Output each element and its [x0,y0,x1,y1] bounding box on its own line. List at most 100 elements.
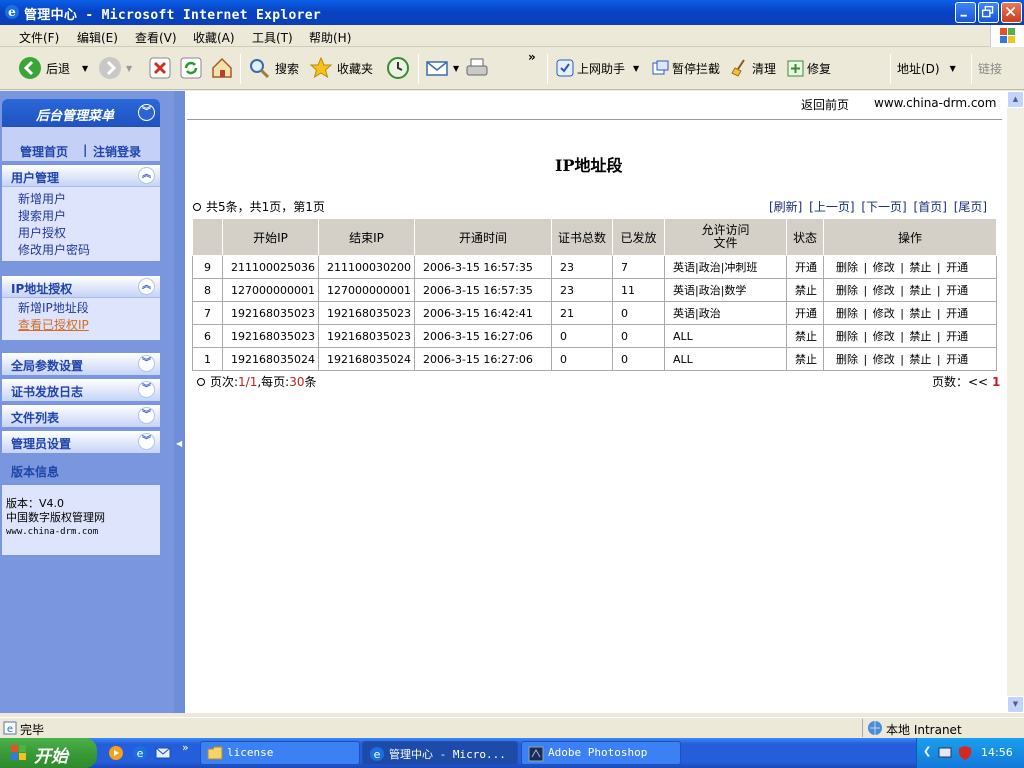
network-icon[interactable] [937,745,953,761]
maximize-button[interactable] [978,2,999,23]
sidebar-item-admin-settings[interactable]: 管理员设置 ︾ [2,431,160,453]
col-start-ip: 开始IP [222,218,319,256]
menu-favorites[interactable]: 收藏(A) [193,29,235,46]
disable-link[interactable]: 禁止 [909,353,931,366]
back-dropdown-icon[interactable]: ▼ [82,64,88,73]
sidebar-item-add-user[interactable]: 新增用户 [2,191,160,208]
address-bar-toggle[interactable]: 地址(D) ▼ [897,48,956,88]
enable-link[interactable]: 开通 [946,284,968,297]
sidebar-item-view-ip[interactable]: 查看已授权IP [2,317,160,334]
mail-button[interactable]: ▼ [425,48,459,88]
task-admin-center[interactable]: e 管理中心 - Micro... [362,741,518,765]
pages-value[interactable]: 1 [992,375,1000,389]
outlook-icon[interactable] [155,745,171,761]
history-button[interactable] [386,48,414,88]
start-button[interactable]: 开始 [0,738,97,768]
home-link[interactable]: 管理首页 [20,143,68,160]
home-button[interactable] [210,48,238,88]
scroll-down-icon[interactable]: ▼ [1007,696,1024,713]
site-link[interactable]: www.china-drm.com [874,96,996,110]
mail-dropdown-icon[interactable]: ▼ [453,64,459,73]
enable-link[interactable]: 开通 [946,307,968,320]
vertical-scrollbar[interactable]: ▲ ▼ [1007,91,1024,713]
sidebar-item-change-password[interactable]: 修改用户密码 [2,242,160,259]
collapse-chevron-icon[interactable]: ︽ [138,167,155,184]
enable-link[interactable]: 开通 [946,330,968,343]
delete-link[interactable]: 删除 [836,284,858,297]
splitter-arrow-icon[interactable]: ◀ [176,439,182,448]
zone-text: 本地 Intranet [886,723,962,737]
sidebar-item-search-user[interactable]: 搜索用户 [2,208,160,225]
sidebar-item-add-ip[interactable]: 新增IP地址段 [2,300,160,317]
helper-button[interactable]: 上网助手 ▼ [556,48,639,88]
delete-link[interactable]: 删除 [836,353,858,366]
clean-button[interactable]: 清理 [731,48,776,88]
block-button[interactable]: 暂停拦截 [652,48,720,88]
forward-button[interactable]: ▼ [98,48,132,88]
close-button[interactable] [1001,2,1022,23]
action-separator: | [860,307,871,320]
user-management-header[interactable]: 用户管理 ︽ [2,165,160,187]
tray-expand-icon[interactable]: ❮ [923,746,931,757]
scroll-up-icon[interactable]: ▲ [1007,91,1024,108]
links-button[interactable]: 链接 [978,48,1002,88]
print-button[interactable] [465,48,493,88]
edit-link[interactable]: 修改 [873,284,895,297]
edit-link[interactable]: 修改 [873,330,895,343]
minimize-button[interactable] [955,2,976,23]
back-button[interactable]: 后退 ▼ [18,48,88,88]
task-license[interactable]: license [200,741,360,765]
title-bar: e 管理中心 - Microsoft Internet Explorer [0,0,1024,25]
row-end-ip: 192168035024 [318,347,415,371]
enable-link[interactable]: 开通 [946,353,968,366]
expand-chevron-icon[interactable]: ︾ [138,407,155,424]
back-page-link[interactable]: 返回前页 [801,96,849,113]
toolbar-overflow-icon[interactable]: » [528,50,536,64]
media-player-icon[interactable] [108,745,124,761]
pager-links[interactable]: [刷新] [上一页] [下一页] [首页] [尾页] [769,198,987,215]
security-shield-icon[interactable] [957,745,973,761]
sidebar-item-file-list[interactable]: 文件列表 ︾ [2,405,160,427]
quicklaunch-overflow-icon[interactable]: » [182,741,189,754]
menu-view[interactable]: 查看(V) [135,29,177,46]
edit-link[interactable]: 修改 [873,261,895,274]
pages-label[interactable]: 页数：<< [932,375,988,389]
status-divider [862,719,863,737]
search-button[interactable]: 搜索 [247,48,299,88]
row-allowed-files: 英语|政治 [664,301,787,325]
repair-button[interactable]: 修复 [787,48,831,88]
disable-link[interactable]: 禁止 [909,330,931,343]
expand-chevron-icon[interactable]: ︾ [138,381,155,398]
edit-link[interactable]: 修改 [873,353,895,366]
menu-file[interactable]: 文件(F) [19,29,59,46]
delete-link[interactable]: 删除 [836,307,858,320]
expand-chevron-icon[interactable]: ︾ [138,433,155,450]
helper-dropdown-icon[interactable]: ▼ [633,64,639,73]
favorites-button[interactable]: 收藏夹 [309,48,373,88]
menu-help[interactable]: 帮助(H) [309,29,351,46]
sidebar-item-global-settings[interactable]: 全局参数设置 ︾ [2,353,160,375]
refresh-button[interactable] [179,48,207,88]
task-photoshop[interactable]: Adobe Photoshop [521,741,681,765]
sidebar-item-cert-log[interactable]: 证书发放日志 ︾ [2,379,160,401]
disable-link[interactable]: 禁止 [909,307,931,320]
address-dropdown-icon[interactable]: ▼ [950,64,956,73]
ie-quicklaunch-icon[interactable]: e [132,745,148,761]
delete-link[interactable]: 删除 [836,261,858,274]
ie-logo-icon: e [5,5,19,19]
enable-link[interactable]: 开通 [946,261,968,274]
menu-edit[interactable]: 编辑(E) [77,29,118,46]
sidebar-splitter[interactable]: ◀ [174,91,185,713]
delete-link[interactable]: 删除 [836,330,858,343]
stop-button[interactable] [148,48,176,88]
ip-auth-header[interactable]: IP地址授权 ︽ [2,276,160,298]
edit-link[interactable]: 修改 [873,307,895,320]
menu-tools[interactable]: 工具(T) [252,29,293,46]
sidebar-item-user-auth[interactable]: 用户授权 [2,225,160,242]
logout-link[interactable]: 注销登录 [93,143,141,160]
disable-link[interactable]: 禁止 [909,261,931,274]
disable-link[interactable]: 禁止 [909,284,931,297]
collapse-chevron-icon[interactable]: ︽ [138,278,155,295]
expand-chevron-icon[interactable]: ︾ [138,355,155,372]
sidebar-collapse-icon[interactable]: ︾ [138,104,155,121]
